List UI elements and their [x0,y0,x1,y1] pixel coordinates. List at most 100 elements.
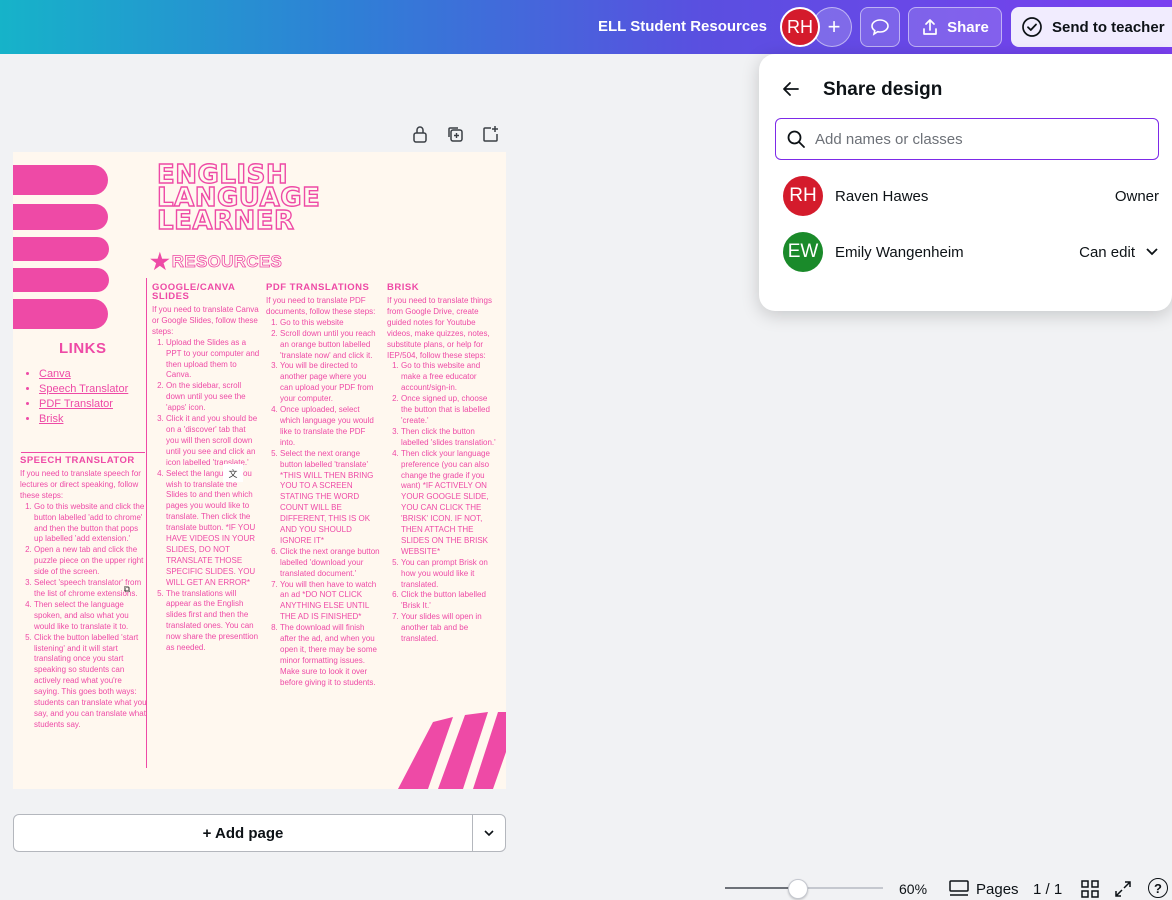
pages-label: Pages [976,880,1019,898]
send-to-teacher-label: Send to teacher [1052,18,1165,36]
canva-link[interactable]: Canva [39,368,71,380]
member-avatar: EW [783,232,823,272]
chevron-down-icon [484,830,494,837]
duplicate-page-icon[interactable] [445,124,465,144]
step-item: You can prompt Brisk on how you would li… [401,558,497,591]
brisk-link[interactable]: Brisk [39,413,63,425]
member-name: Raven Hawes [835,187,929,205]
search-input[interactable] [815,130,1145,148]
member-avatar: RH [783,176,823,216]
pdf-translations-section: PDF TRANSLATIONS If you need to translat… [266,283,381,689]
step-item: Select the next orange button labelled '… [280,449,381,547]
list-item: Speech Translator [39,382,128,397]
step-item: Once uploaded, select which language you… [280,405,381,449]
steps-list: Go to this website and click the button … [20,502,148,731]
list-item: PDF Translator [39,397,128,412]
decorative-stripe [13,165,108,195]
steps-list: Go to this websiteScroll down until you … [266,318,381,689]
section-intro: If you need to translate speech for lect… [20,469,141,500]
search-icon [787,130,805,148]
design-page[interactable]: ENGLISH LANGUAGE LEARNER ★ RESOURCES LIN… [13,152,506,789]
google-canva-section: GOOGLE/CANVA SLIDES If you need to trans… [152,283,260,654]
step-item: Then click your language preference (you… [401,449,497,558]
zoom-slider-handle[interactable] [788,879,808,899]
step-item: Open a new tab and click the puzzle piec… [34,545,148,578]
pdf-translator-link[interactable]: PDF Translator [39,398,113,410]
step-item: You will then have to watch an ad *DO NO… [280,580,381,624]
help-icon[interactable]: ? [1148,878,1168,898]
add-page-icon[interactable] [480,124,500,144]
section-intro: If you need to translate PDF documents, … [266,296,376,316]
step-item: Go to this website [280,318,381,329]
step-item: Click the next orange button labelled 'd… [280,547,381,580]
decorative-stripes-corner [398,712,506,789]
comment-icon [871,19,889,36]
role-label: Can edit [1079,243,1135,261]
page-toolbar [410,124,500,144]
back-arrow-icon[interactable] [781,79,801,99]
upload-icon [923,19,937,35]
share-design-panel: Share design RH Raven Hawes Owner EW Emi… [759,54,1172,311]
translate-icon: 文 [223,464,243,482]
add-page-button[interactable]: + Add page [13,814,473,852]
step-item: Then select the language spoken, and als… [34,600,148,633]
steps-list: Upload the Slides as a PPT to your compu… [152,338,260,654]
member-role: Owner [1115,188,1159,205]
pages-icon [949,880,969,896]
step-item: Click the button labelled 'Brisk It.' [401,590,497,612]
divider [21,452,145,453]
step-item: Upload the Slides as a PPT to your compu… [166,338,260,382]
decorative-stripe [13,299,108,329]
role-label: Owner [1114,187,1159,205]
chevron-down-icon [1146,248,1158,256]
step-item: Once signed up, choose the button that i… [401,394,497,427]
member-row: EW Emily Wangenheim Can edit [783,232,1159,272]
step-item: Click it and you should be on a 'discove… [166,414,260,469]
share-button[interactable]: Share [908,7,1002,47]
decorative-stripe [13,204,108,230]
section-intro: If you need to translate Canva or Google… [152,305,259,336]
fullscreen-icon[interactable] [1114,880,1132,898]
list-item: Brisk [39,412,128,427]
add-page-dropdown[interactable] [472,814,506,852]
lock-icon[interactable] [410,124,430,144]
decorative-stripe [13,237,109,261]
step-item: Then click the button labelled 'slides t… [401,427,497,449]
zoom-slider-fill [725,887,797,889]
panel-title: Share design [823,79,943,100]
step-item: You will be directed to another page whe… [280,361,381,405]
page-count: 1 / 1 [1033,881,1063,898]
plus-icon: + [827,14,841,39]
zoom-level[interactable]: 60% [899,881,927,897]
section-heading: GOOGLE/CANVA SLIDES [152,282,236,302]
design-title: ENGLISH LANGUAGE LEARNER [156,161,320,236]
section-heading: PDF TRANSLATIONS [266,282,370,293]
brisk-section: BRISK If you need to translate things fr… [387,283,497,645]
top-bar: ELL Student Resources + RH Share Send to… [0,0,1172,54]
step-item: Select the language you wish to translat… [166,469,260,589]
step-item: Go to this website and make a free educa… [401,361,497,394]
puzzle-icon: ⧉ [123,583,131,594]
user-avatar[interactable]: RH [780,7,820,47]
step-item: The download will finish after the ad, a… [280,623,381,688]
search-field[interactable] [775,118,1159,160]
check-circle-icon [1022,17,1042,37]
comment-button[interactable] [860,7,900,47]
title-line: LEARNER [156,206,295,236]
speech-translator-link[interactable]: Speech Translator [39,383,128,395]
step-item: Scroll down until you reach an orange bu… [280,329,381,362]
pages-button[interactable]: Pages [949,880,1019,898]
send-to-teacher-button[interactable]: Send to teacher [1011,7,1172,47]
decorative-stripe [13,268,109,292]
list-item: Canva [39,367,128,382]
document-title[interactable]: ELL Student Resources [598,18,767,35]
section-heading: BRISK [387,282,420,293]
grid-view-icon[interactable] [1081,880,1099,898]
links-title: LINKS [59,340,107,357]
step-item: The translations will appear as the Engl… [166,589,260,654]
resources-label: RESOURCES [171,252,283,272]
member-row: RH Raven Hawes Owner [783,176,1159,216]
step-item: Go to this website and click the button … [34,502,148,546]
member-role-dropdown[interactable]: Can edit [1079,244,1159,261]
links-list: Canva Speech Translator PDF Translator B… [39,367,128,427]
